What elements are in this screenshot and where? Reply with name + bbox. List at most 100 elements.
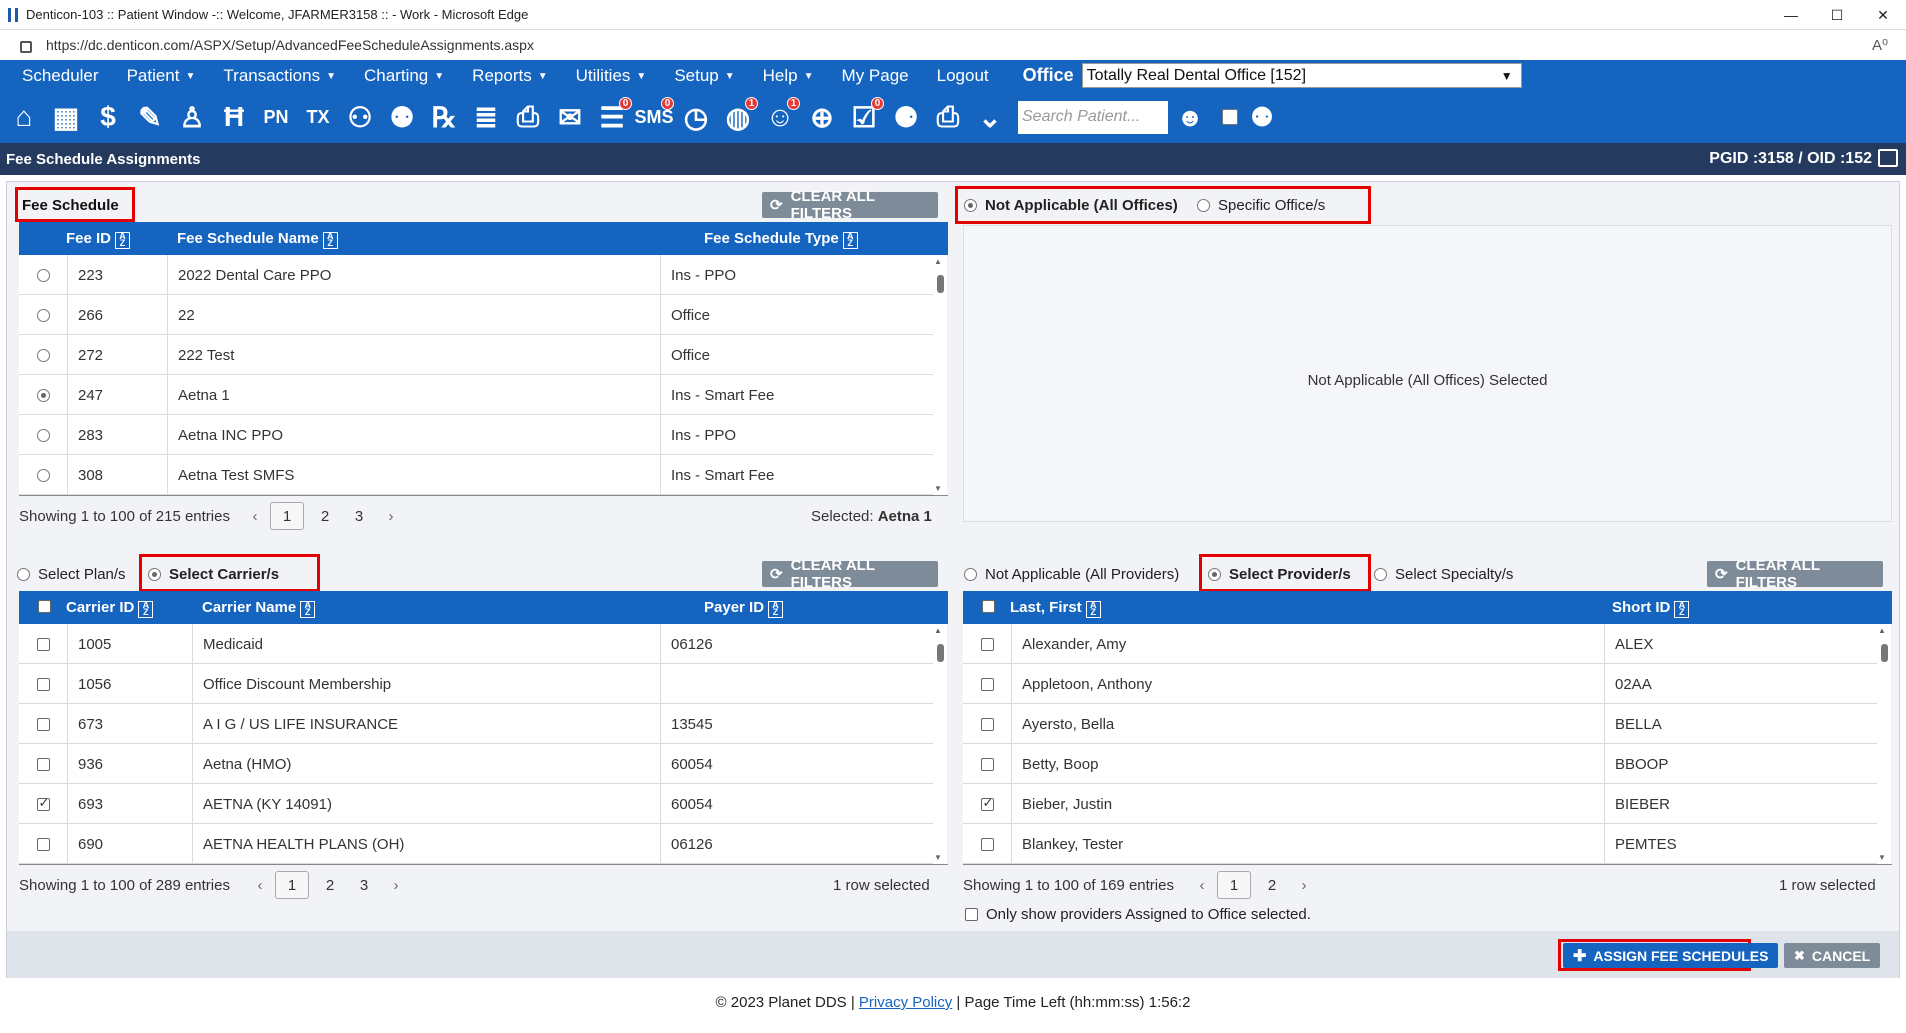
row-checkbox[interactable] — [36, 837, 50, 851]
sort-icon[interactable]: AZ — [322, 232, 338, 249]
short-id-header[interactable]: Short ID A Z — [1612, 599, 1690, 618]
add-family-icon[interactable]: ⚉ — [384, 97, 420, 137]
sort-icon[interactable]: AZ — [1674, 601, 1690, 618]
print-icon[interactable]: ⎙ — [930, 97, 966, 137]
carrier-name-header[interactable]: Carrier Name A Z — [202, 599, 316, 618]
dollar-icon[interactable]: $ — [90, 97, 126, 137]
sort-icon[interactable]: AZ — [1085, 601, 1101, 618]
support-icon[interactable]: ☺ 1 — [762, 97, 800, 137]
office-select[interactable]: Totally Real Dental Office [152] ▼ — [1081, 63, 1522, 88]
scroll-thumb[interactable] — [937, 644, 944, 662]
messages-icon[interactable]: ☰ 0 — [594, 97, 632, 137]
page-button[interactable]: 3 — [347, 871, 381, 899]
payer-id-header[interactable]: Payer ID A Z — [704, 599, 784, 618]
page-button[interactable]: 2 — [1255, 871, 1289, 899]
provider-select-all-checkbox[interactable] — [982, 600, 995, 613]
specialty-option[interactable]: Select Specialty/s — [1374, 566, 1513, 583]
sort-icon[interactable]: AZ — [115, 232, 131, 249]
fee-table-scrollbar[interactable]: ▲ ▼ — [933, 255, 947, 495]
menu-item-setup[interactable]: Setup ▼ — [646, 66, 734, 86]
chevron-left-icon[interactable]: ‹ — [1187, 877, 1217, 894]
menu-item-help[interactable]: Help ▼ — [735, 66, 814, 86]
row-radio[interactable] — [36, 388, 50, 402]
page-button[interactable]: 2 — [308, 502, 342, 530]
office-all-radio[interactable] — [964, 199, 977, 212]
providers-all-option[interactable]: Not Applicable (All Providers) — [964, 566, 1179, 583]
table-row[interactable]: Bieber, JustinBIEBER — [963, 784, 1878, 824]
table-row[interactable]: 283 Aetna INC PPO Ins - PPO — [19, 415, 934, 455]
table-row[interactable]: 1005 Medicaid 06126 — [19, 624, 934, 664]
fee-clear-filters-button[interactable]: ⟳ CLEAR ALL FILTERS — [762, 188, 938, 222]
row-checkbox[interactable] — [36, 677, 50, 691]
menu-item-charting[interactable]: Charting ▼ — [336, 66, 444, 86]
tooth-icon[interactable]: ♙ — [174, 97, 210, 137]
providers-select-radio[interactable] — [1208, 568, 1221, 581]
table-row[interactable]: 308 Aetna Test SMFS Ins - Smart Fee — [19, 455, 934, 495]
table-row[interactable]: 272 222 Test Office — [19, 335, 934, 375]
page-button[interactable]: 1 — [270, 502, 304, 530]
office-specific-option[interactable]: Specific Office/s — [1197, 197, 1325, 214]
menu-item-reports[interactable]: Reports ▼ — [444, 66, 547, 86]
scanner-icon[interactable]: ⎙ — [510, 97, 546, 137]
clock-icon[interactable]: ◷ — [678, 97, 714, 137]
progress-notes-icon[interactable]: PN — [258, 97, 294, 137]
providers-select-option[interactable]: Select Provider/s — [1208, 566, 1351, 583]
notes-icon[interactable]: ≣ — [468, 97, 504, 137]
provider-clear-filters-button[interactable]: ⟳ CLEAR ALL FILTERS — [1707, 557, 1883, 591]
patient-search-icon[interactable]: ☻ — [1172, 97, 1208, 137]
ledger-edit-icon[interactable]: ✎ — [132, 97, 168, 137]
chevron-right-icon[interactable]: › — [381, 877, 411, 894]
menu-item-transactions[interactable]: Transactions ▼ — [195, 66, 336, 86]
address-bar[interactable]: https://dc.denticon.com/ASPX/Setup/Advan… — [0, 30, 1906, 60]
sms-icon[interactable]: SMS 0 — [635, 97, 674, 137]
provider-name-header[interactable]: Last, First A Z — [1010, 599, 1101, 618]
calendar-icon[interactable]: ▦ — [48, 97, 84, 137]
table-row[interactable]: 673 A I G / US LIFE INSURANCE 13545 — [19, 704, 934, 744]
menu-item-my-page[interactable]: My Page — [814, 66, 909, 86]
global-alert-icon[interactable]: ◍ 1 — [720, 97, 758, 137]
sort-icon[interactable]: AZ — [300, 601, 316, 618]
chevron-left-icon[interactable]: ‹ — [240, 508, 270, 525]
sort-icon[interactable]: AZ — [768, 601, 784, 618]
page-button[interactable]: 2 — [313, 871, 347, 899]
row-checkbox[interactable] — [36, 795, 50, 811]
page-button[interactable]: 3 — [342, 502, 376, 530]
row-checkbox[interactable] — [36, 637, 50, 651]
row-checkbox[interactable] — [36, 717, 50, 731]
expand-down-icon[interactable]: ⌄ — [972, 97, 1008, 137]
cancel-button[interactable]: ✖ CANCEL — [1784, 943, 1881, 968]
reader-mode-icon[interactable]: A⁰ — [1872, 36, 1888, 54]
tooth-chart-icon[interactable]: Ħ — [216, 97, 252, 137]
scroll-down-icon[interactable]: ▼ — [1878, 853, 1886, 862]
maximize-button[interactable]: ☐ — [1814, 0, 1860, 30]
chevron-right-icon[interactable]: › — [1289, 877, 1319, 894]
assign-fee-schedules-button[interactable]: ✚ ASSIGN FEE SCHEDULES — [1563, 943, 1779, 968]
scroll-up-icon[interactable]: ▲ — [934, 257, 942, 266]
patient-search-input[interactable]: Search Patient... — [1018, 100, 1168, 134]
row-radio[interactable] — [36, 268, 50, 282]
row-checkbox[interactable] — [980, 757, 994, 771]
fee-id-header[interactable]: Fee ID A Z — [66, 230, 131, 249]
print-icon[interactable] — [1878, 149, 1898, 167]
carrier-select-all-checkbox[interactable] — [38, 600, 51, 613]
home-icon[interactable]: ⌂ — [6, 97, 42, 137]
scroll-down-icon[interactable]: ▼ — [934, 853, 942, 862]
page-button[interactable]: 1 — [1217, 871, 1251, 899]
add-patient-icon[interactable]: ⚇ — [342, 97, 378, 137]
carrier-table-scrollbar[interactable]: ▲ ▼ — [933, 624, 947, 864]
table-row[interactable]: Blankey, Tester PEMTES — [963, 824, 1878, 864]
minimize-button[interactable]: — — [1768, 0, 1814, 30]
carrier-id-header[interactable]: Carrier ID A Z — [66, 599, 154, 618]
table-row[interactable]: 1056 Office Discount Membership — [19, 664, 934, 704]
row-checkbox[interactable] — [980, 677, 994, 691]
scroll-thumb[interactable] — [1881, 644, 1888, 662]
row-radio[interactable] — [36, 428, 50, 442]
row-radio[interactable] — [36, 308, 50, 322]
row-checkbox[interactable] — [980, 717, 994, 731]
search-option-checkbox[interactable] — [1222, 109, 1238, 125]
carrier-clear-filters-button[interactable]: ⟳ CLEAR ALL FILTERS — [762, 557, 938, 591]
web-icon[interactable]: ⊕ — [804, 97, 840, 137]
scroll-thumb[interactable] — [937, 275, 944, 293]
table-row[interactable]: 936 Aetna (HMO) 60054 — [19, 744, 934, 784]
row-checkbox[interactable] — [980, 637, 994, 651]
